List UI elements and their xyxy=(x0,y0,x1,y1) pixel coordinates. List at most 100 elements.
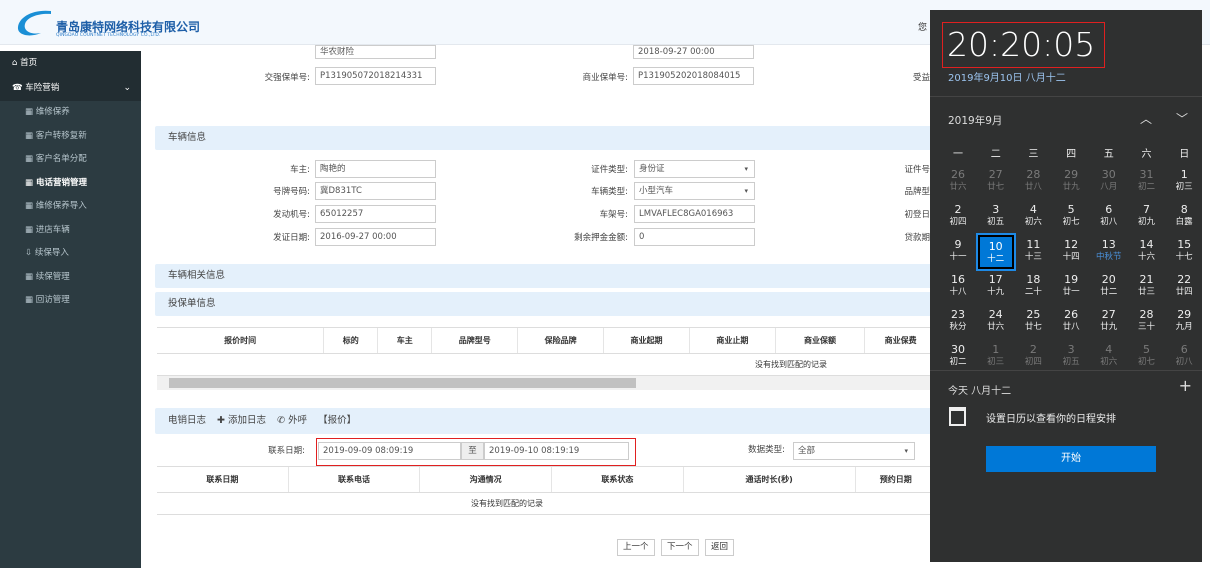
sidebar-section-car-insurance[interactable]: ☎ 车险营销 ⌄ xyxy=(0,76,141,101)
add-event-icon[interactable]: + xyxy=(1179,376,1192,395)
scrollbar-thumb[interactable] xyxy=(169,378,636,388)
calendar-day[interactable]: 11 十三 xyxy=(1015,235,1051,269)
calendar-day[interactable]: 23 秋分 xyxy=(940,305,976,339)
calendar-day[interactable]: 2 初四 xyxy=(940,200,976,234)
sidebar-item[interactable]: ▦ 客户转移复新 xyxy=(0,125,141,149)
calendar-day[interactable]: 3 初五 xyxy=(1053,340,1089,374)
clock-date-link[interactable]: 2019年9月10日 八月十二 xyxy=(948,69,1066,84)
plate-field[interactable]: 冀D831TC xyxy=(315,182,436,200)
quote-link[interactable]: 【报价】 xyxy=(318,415,356,426)
calendar-day[interactable]: 5 初七 xyxy=(1053,200,1089,234)
calendar-day[interactable]: 8 白露 xyxy=(1166,200,1202,234)
back-button[interactable]: 返回 xyxy=(705,539,735,556)
calendar-day[interactable]: 25 廿七 xyxy=(1015,305,1051,339)
insurer-field[interactable]: 华农财险 xyxy=(315,45,436,59)
owner-field[interactable]: 陶艳的 xyxy=(315,160,436,178)
column-header[interactable]: 品牌型号 xyxy=(432,328,519,353)
sidebar-item[interactable]: ▦ 进店车辆 xyxy=(0,219,141,243)
calendar-day[interactable]: 14 十六 xyxy=(1129,235,1165,269)
column-header[interactable]: 标的 xyxy=(324,328,379,353)
column-header[interactable]: 联系电话 xyxy=(289,467,421,492)
column-header[interactable]: 通话时长(秒) xyxy=(684,467,856,492)
column-header[interactable]: 车主 xyxy=(378,328,433,353)
next-button[interactable]: 下一个 xyxy=(661,539,699,556)
vehicle-type-select[interactable]: 小型汽车 xyxy=(634,182,755,200)
calendar-day[interactable]: 4 初六 xyxy=(1015,200,1051,234)
prev-button[interactable]: 上一个 xyxy=(617,539,655,556)
calendar-day[interactable]: 21 廿三 xyxy=(1129,270,1165,304)
outbound-call-button[interactable]: ✆ 外呼 xyxy=(277,415,307,426)
user-greeting[interactable]: 您 xyxy=(918,20,927,33)
chevron-down-icon[interactable]: ﹀ xyxy=(1176,110,1188,127)
sidebar-item[interactable]: ▦ 电话营销管理 xyxy=(0,172,141,196)
quote-info-header[interactable]: 投保单信息 xyxy=(155,292,935,316)
column-header[interactable]: 商业止期 xyxy=(690,328,776,353)
sidebar-item-home[interactable]: ⌂ 首页 xyxy=(0,51,141,76)
add-log-button[interactable]: ✚ 添加日志 xyxy=(217,415,266,426)
calendar-day[interactable]: 28 廿八 xyxy=(1015,165,1051,199)
calendar-day[interactable]: 1 初三 xyxy=(1166,165,1202,199)
calendar-day[interactable]: 13 中秋节 xyxy=(1091,235,1127,269)
data-type-select[interactable]: 全部 xyxy=(793,442,915,460)
calendar-day[interactable]: 20 廿二 xyxy=(1091,270,1127,304)
calendar-day[interactable]: 26 廿六 xyxy=(940,165,976,199)
calendar-day-today[interactable]: 10 十二 xyxy=(975,233,1016,271)
calendar-day[interactable]: 27 廿七 xyxy=(978,165,1014,199)
calendar-day[interactable]: 6 初八 xyxy=(1166,340,1202,374)
calendar-month[interactable]: 2019年9月 xyxy=(948,113,1002,128)
sidebar-item[interactable]: ▦ 维修保养 xyxy=(0,101,141,125)
engine-field[interactable]: 65012257 xyxy=(315,205,436,223)
calendar-day[interactable]: 7 初九 xyxy=(1129,200,1165,234)
column-header[interactable]: 沟通情况 xyxy=(420,467,553,492)
horizontal-scrollbar[interactable] xyxy=(157,376,937,390)
column-header[interactable]: 商业保额 xyxy=(776,328,866,353)
sy-policy-field[interactable]: P131905202018084015 xyxy=(633,67,754,85)
vehicle-related-header[interactable]: 车辆相关信息 xyxy=(155,264,935,288)
calendar-day[interactable]: 12 十四 xyxy=(1053,235,1089,269)
date-to-field[interactable]: 2019-09-10 08:19:19 xyxy=(484,442,629,460)
deposit-field[interactable]: 0 xyxy=(634,228,755,246)
calendar-day[interactable]: 24 廿六 xyxy=(978,305,1014,339)
calendar-day[interactable]: 29 九月 xyxy=(1166,305,1202,339)
column-header[interactable]: 报价时间 xyxy=(157,328,325,353)
calendar-day[interactable]: 31 初二 xyxy=(1129,165,1165,199)
sidebar-item[interactable]: ▦ 回访管理 xyxy=(0,289,141,313)
calendar-day[interactable]: 1 初三 xyxy=(978,340,1014,374)
calendar-day[interactable]: 18 二十 xyxy=(1015,270,1051,304)
start-button[interactable]: 开始 xyxy=(986,446,1156,472)
sidebar-item[interactable]: ▦ 客户名单分配 xyxy=(0,148,141,172)
calendar-day[interactable]: 27 廿九 xyxy=(1091,305,1127,339)
jq-policy-field[interactable]: P131905072018214331 xyxy=(315,67,436,85)
calendar-day[interactable]: 15 十七 xyxy=(1166,235,1202,269)
column-header[interactable]: 联系状态 xyxy=(552,467,684,492)
sidebar-item[interactable]: ▦ 维修保养导入 xyxy=(0,195,141,219)
sidebar-item[interactable]: ▦ 续保管理 xyxy=(0,266,141,290)
calendar-day[interactable]: 9 十一 xyxy=(940,235,976,269)
calendar-day[interactable]: 3 初五 xyxy=(978,200,1014,234)
vin-field[interactable]: LMVAFLEC8GA016963 xyxy=(634,205,755,223)
column-header[interactable]: 联系日期 xyxy=(157,467,289,492)
calendar-day[interactable]: 29 廿九 xyxy=(1053,165,1089,199)
calendar-day[interactable]: 30 八月 xyxy=(1091,165,1127,199)
calendar-day[interactable]: 4 初六 xyxy=(1091,340,1127,374)
calendar-day[interactable]: 2 初四 xyxy=(1015,340,1051,374)
chevron-up-icon[interactable]: ︿ xyxy=(1140,110,1152,127)
issue-date-field[interactable]: 2016-09-27 00:00 xyxy=(315,228,436,246)
calendar-day[interactable]: 30 初二 xyxy=(940,340,976,374)
id-type-select[interactable]: 身份证 xyxy=(634,160,755,178)
date-from-field[interactable]: 2019-09-09 08:09:19 xyxy=(318,442,461,460)
calendar-day[interactable]: 22 廿四 xyxy=(1166,270,1202,304)
sidebar-item[interactable]: ⇩ 续保导入 xyxy=(0,242,141,266)
column-header[interactable]: 商业保费 xyxy=(865,328,937,353)
calendar-day[interactable]: 19 廿一 xyxy=(1053,270,1089,304)
calendar-day[interactable]: 16 十八 xyxy=(940,270,976,304)
calendar-day[interactable]: 28 三十 xyxy=(1129,305,1165,339)
calendar-day[interactable]: 26 廿八 xyxy=(1053,305,1089,339)
calendar-day[interactable]: 17 十九 xyxy=(978,270,1014,304)
calendar-day[interactable]: 6 初八 xyxy=(1091,200,1127,234)
calendar-day[interactable]: 5 初七 xyxy=(1129,340,1165,374)
column-header[interactable]: 保险品牌 xyxy=(518,328,605,353)
column-header[interactable]: 预约日期 xyxy=(856,467,937,492)
commercial-start-field[interactable]: 2018-09-27 00:00 xyxy=(633,45,754,59)
column-header[interactable]: 商业起期 xyxy=(604,328,690,353)
